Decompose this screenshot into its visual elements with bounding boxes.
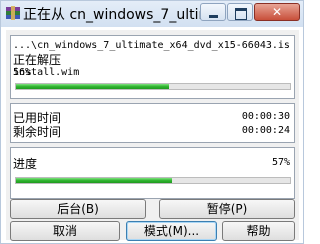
remaining-label: 剩余时间: [13, 125, 62, 139]
mode-button[interactable]: 模式(M)...: [126, 221, 217, 241]
dialog-body: ...\cn_windows_7_ultimate_x64_dvd_x15-66…: [6, 30, 299, 241]
title-bar[interactable]: 正在从 cn_windows_7_ultimat ✕: [1, 1, 303, 27]
window-title: 正在从 cn_windows_7_ultimat: [23, 7, 203, 23]
file-progress-fill: [16, 84, 170, 89]
help-button[interactable]: 帮助: [222, 221, 295, 241]
total-progress-bar: [15, 177, 291, 184]
background-button[interactable]: 后台(B): [10, 199, 146, 219]
total-progress-fill: [16, 178, 173, 183]
cancel-button[interactable]: 取消: [10, 221, 120, 241]
maximize-button[interactable]: [227, 3, 253, 21]
file-panel: ...\cn_windows_7_ultimate_x64_dvd_x15-66…: [10, 35, 295, 99]
status-text: 正在解压: [13, 53, 62, 67]
minimize-button[interactable]: [200, 3, 226, 21]
close-icon: ✕: [271, 5, 283, 19]
progress-panel: 进度 57%: [10, 147, 295, 199]
remaining-value: 00:00:24: [241, 125, 290, 136]
pause-button[interactable]: 暂停(P): [159, 199, 295, 219]
file-percent: 56%: [13, 67, 32, 78]
extraction-window: 正在从 cn_windows_7_ultimat ✕ ...\cn_window…: [0, 0, 304, 244]
archive-path: ...\cn_windows_7_ultimate_x64_dvd_x15-66…: [13, 40, 290, 51]
file-progress-bar: [15, 83, 291, 90]
progress-label: 进度: [13, 157, 38, 171]
time-panel: 已用时间 00:00:30 剩余时间 00:00:24: [10, 103, 295, 143]
progress-percent: 57%: [271, 157, 290, 168]
winrar-books-icon: [6, 6, 20, 20]
elapsed-value: 00:00:30: [241, 111, 290, 122]
close-button[interactable]: ✕: [254, 3, 300, 21]
